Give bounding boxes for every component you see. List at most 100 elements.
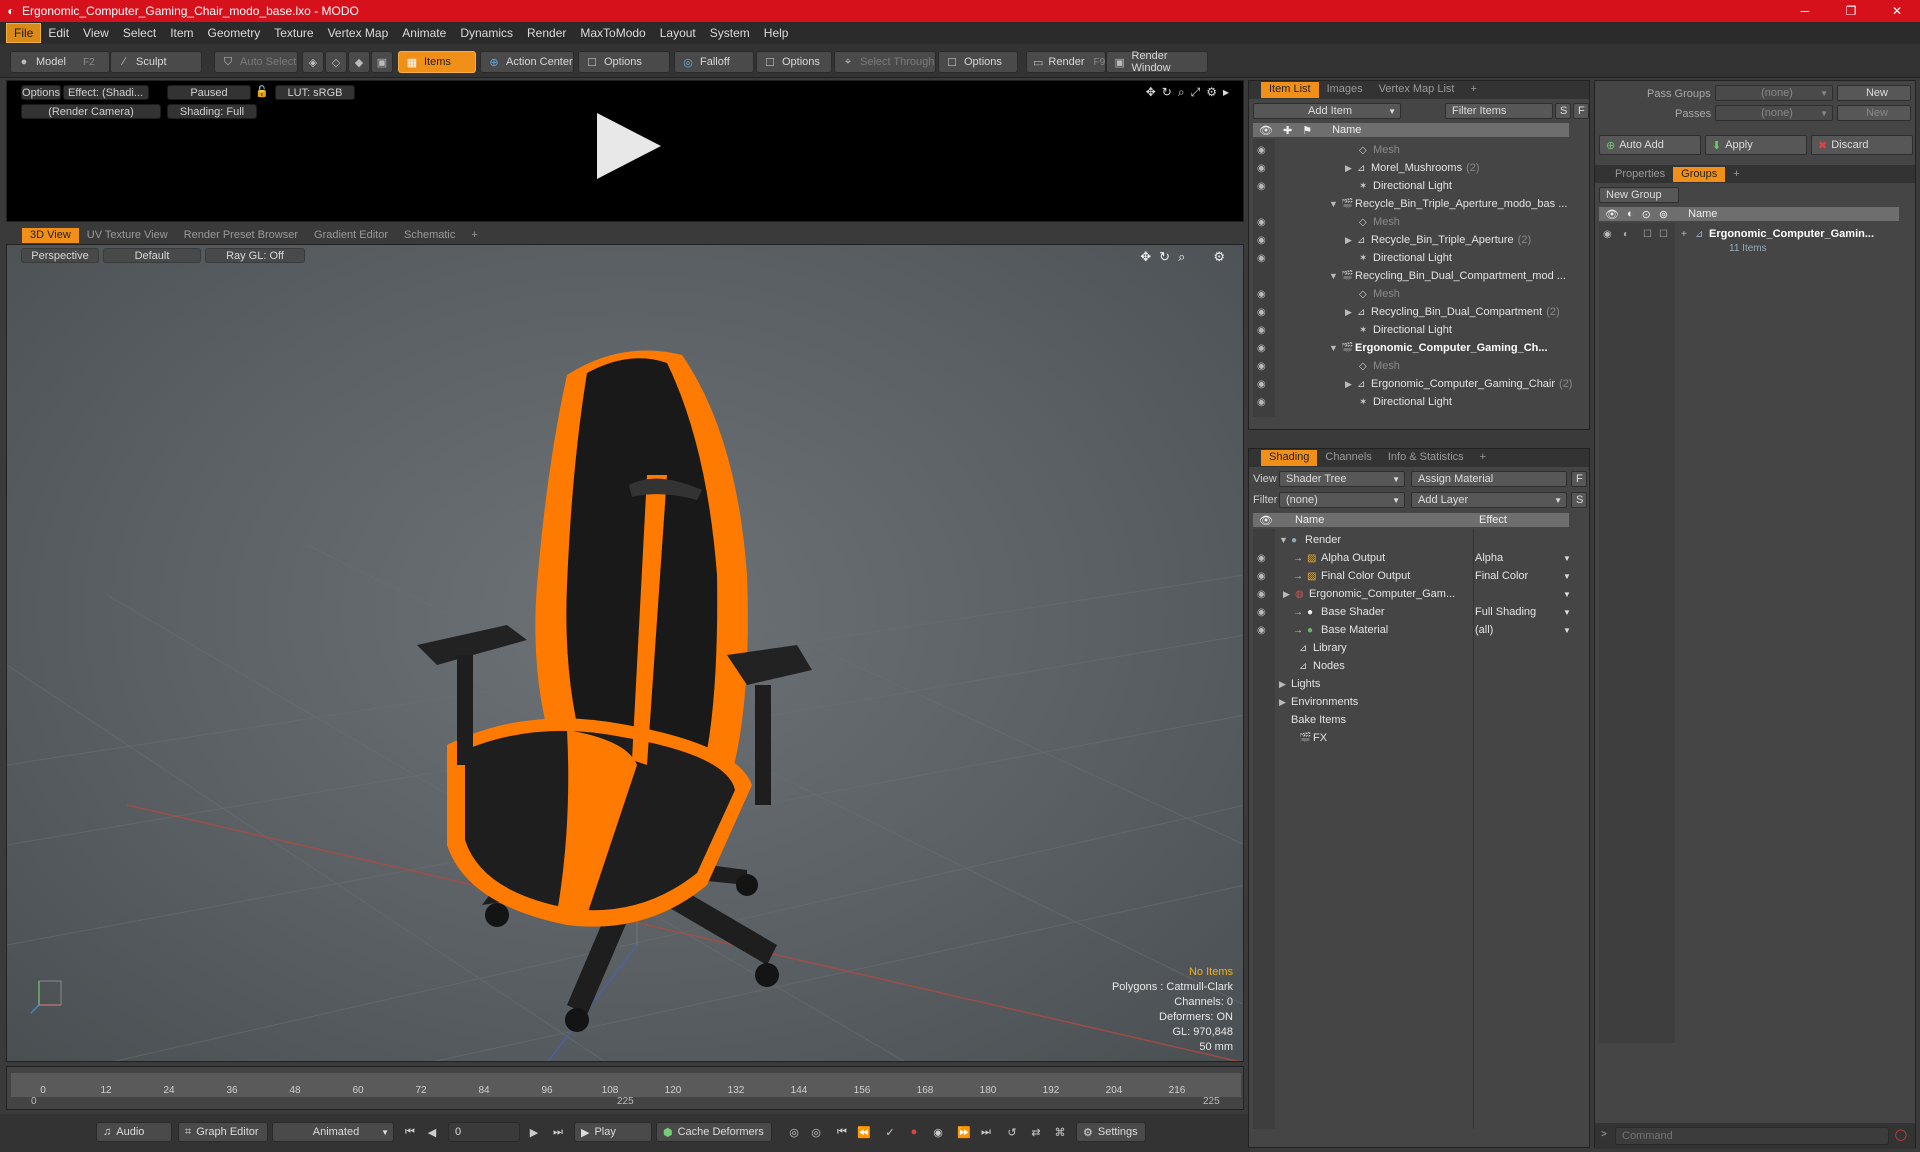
collapse-icon[interactable]: ▼: [1329, 199, 1341, 209]
preview-options-button[interactable]: Options: [21, 85, 61, 100]
gear-icon[interactable]: ⚙: [1206, 85, 1217, 100]
chevron-down-icon[interactable]: ▼: [1563, 626, 1571, 635]
rotate-icon[interactable]: ↻: [1159, 249, 1170, 265]
list-item[interactable]: ◉ ✶ Directional Light: [1249, 393, 1452, 411]
view-dropdown[interactable]: Shader Tree ▼: [1279, 471, 1405, 487]
select-checkbox-icon[interactable]: ☐: [1659, 229, 1668, 240]
shader-row[interactable]: ◉ → ● Base Material (all) ▼: [1249, 621, 1571, 639]
list-item[interactable]: ◉ ✶ Directional Light: [1249, 177, 1452, 195]
shader-row[interactable]: ▼ ● Render: [1249, 531, 1341, 549]
shader-row[interactable]: 🎬 FX: [1249, 729, 1327, 747]
eye-icon[interactable]: ◉: [1257, 181, 1269, 192]
passes-dropdown[interactable]: (none) ▼: [1715, 105, 1833, 121]
list-item[interactable]: ◉ ✶ Directional Light: [1249, 249, 1452, 267]
timeline[interactable]: 0 12 24 36 48 60 72 84 96 108 120 132 14…: [6, 1066, 1244, 1110]
tab-vertex-map-list[interactable]: Vertex Map List: [1371, 82, 1463, 98]
zoom-icon[interactable]: ⌕: [1178, 85, 1185, 100]
expand-icon[interactable]: ▶: [1283, 589, 1295, 600]
shader-row[interactable]: ⊿ Library: [1249, 639, 1347, 657]
key-icon[interactable]: ◎: [786, 1124, 802, 1140]
list-item[interactable]: ◉ ▶ ⊿ Recycling_Bin_Dual_Compartment (2): [1249, 303, 1560, 321]
filter-dropdown[interactable]: (none) ▼: [1279, 492, 1405, 508]
lock-checkbox-icon[interactable]: ☐: [1643, 229, 1652, 240]
shader-row[interactable]: ▶ Lights: [1249, 675, 1320, 693]
lut-dropdown[interactable]: LUT: sRGB: [275, 85, 355, 100]
default-dropdown[interactable]: Default: [103, 248, 201, 263]
menu-file[interactable]: File: [6, 23, 42, 43]
last-frame-icon[interactable]: ⏭: [550, 1124, 566, 1140]
polygons-mode-button[interactable]: ◆: [348, 51, 370, 73]
menu-texture[interactable]: Texture: [267, 24, 320, 42]
list-item[interactable]: ◉ ▶ ⊿ Recycle_Bin_Triple_Aperture (2): [1249, 231, 1531, 249]
tab-3d-view[interactable]: 3D View: [22, 228, 79, 243]
raygl-dropdown[interactable]: Ray GL: Off: [205, 248, 305, 263]
expand-icon[interactable]: ▶: [1345, 379, 1357, 390]
eye-icon[interactable]: ◉: [1257, 589, 1269, 600]
play-button[interactable]: ▶ Play: [574, 1122, 652, 1142]
model-button[interactable]: ● Model F2: [10, 51, 110, 73]
collapse-icon[interactable]: ▼: [1329, 343, 1341, 353]
camera-dropdown[interactable]: (Render Camera): [21, 104, 161, 119]
list-item[interactable]: ▼ 🎬 Recycle_Bin_Triple_Aperture_modo_bas .…: [1249, 195, 1567, 213]
select-through-options-button[interactable]: ☐ Options: [938, 51, 1018, 73]
menu-dynamics[interactable]: Dynamics: [453, 24, 520, 42]
add-tab-icon[interactable]: +: [463, 228, 485, 243]
tab-item-list[interactable]: Item List: [1261, 82, 1319, 98]
chevron-down-icon[interactable]: ▼: [1563, 608, 1571, 617]
frame-field[interactable]: 0: [448, 1122, 520, 1142]
chevron-down-icon[interactable]: ▼: [1563, 572, 1571, 581]
zoom-icon[interactable]: ⌕: [1178, 249, 1185, 265]
eye-icon[interactable]: ◉: [1257, 625, 1269, 636]
expand-icon[interactable]: +: [1681, 229, 1687, 240]
add-tab-icon[interactable]: +: [1472, 450, 1494, 466]
perspective-dropdown[interactable]: Perspective: [21, 248, 99, 263]
cache-deformers-button[interactable]: ⬢ Cache Deformers: [656, 1122, 772, 1142]
menu-help[interactable]: Help: [757, 24, 796, 42]
first-frame-icon[interactable]: ⏮: [402, 1124, 418, 1140]
graph-editor-button[interactable]: ⌗ Graph Editor: [178, 1122, 268, 1142]
menu-item[interactable]: Item: [163, 24, 200, 42]
menu-vertex-map[interactable]: Vertex Map: [321, 24, 396, 42]
falloff-options-button[interactable]: ☐ Options: [756, 51, 832, 73]
animated-dropdown[interactable]: Animated ▼: [272, 1122, 394, 1142]
auto-select-button[interactable]: ⛉ Auto Select: [214, 51, 298, 73]
arrow-right-icon[interactable]: ▸: [1223, 85, 1229, 100]
minimize-icon[interactable]: ─: [1782, 0, 1828, 22]
expand-icon[interactable]: ▶: [1345, 235, 1357, 246]
tab-schematic[interactable]: Schematic: [396, 228, 463, 243]
prev-frame-icon[interactable]: ◀: [424, 1124, 440, 1140]
gear-icon[interactable]: ⚙: [1213, 249, 1225, 265]
f-button[interactable]: F: [1573, 103, 1589, 119]
pass-groups-dropdown[interactable]: (none) ▼: [1715, 85, 1833, 101]
shader-row[interactable]: ◉ → ▨ Alpha Output Alpha ▼: [1249, 549, 1571, 567]
sculpt-button[interactable]: ∕ Sculpt: [110, 51, 202, 73]
shader-row[interactable]: ◉ ▶ ◍ Ergonomic_Computer_Gam... ▼: [1249, 585, 1571, 603]
shader-row[interactable]: ▶ Environments: [1249, 693, 1358, 711]
render-button[interactable]: ▭ Render F9: [1026, 51, 1106, 73]
range-end[interactable]: 225: [1203, 1096, 1220, 1107]
vertices-mode-button[interactable]: ◈: [302, 51, 324, 73]
prev-key-icon[interactable]: ⏮: [834, 1124, 850, 1140]
timeline-ruler[interactable]: 0 12 24 36 48 60 72 84 96 108 120 132 14…: [11, 1073, 1241, 1097]
list-item[interactable]: ◉ ◇ Mesh: [1249, 285, 1400, 303]
paused-toggle[interactable]: Paused: [167, 85, 251, 100]
key-stop-icon[interactable]: ◉: [930, 1124, 946, 1140]
tab-uv-texture-view[interactable]: UV Texture View: [79, 228, 176, 243]
eye-icon[interactable]: ◉: [1257, 379, 1269, 390]
eye-icon[interactable]: ◉: [1257, 397, 1269, 408]
add-item-button[interactable]: Add Item ▼: [1253, 103, 1401, 119]
assign-material-button[interactable]: Assign Material: [1411, 471, 1567, 487]
new-group-button[interactable]: New Group: [1599, 187, 1679, 203]
key-auto-icon[interactable]: ◎: [808, 1124, 824, 1140]
shading-dropdown[interactable]: Shading: Full: [167, 104, 257, 119]
s-button[interactable]: S: [1555, 103, 1571, 119]
collapse-icon[interactable]: ▼: [1279, 535, 1291, 545]
tab-info-statistics[interactable]: Info & Statistics: [1380, 450, 1472, 466]
list-item[interactable]: ◉ ◇ Mesh: [1249, 357, 1400, 375]
shader-row[interactable]: Bake Items: [1249, 711, 1346, 729]
audio-button[interactable]: ♫ Audio: [96, 1122, 172, 1142]
eye-icon[interactable]: ◉: [1257, 343, 1269, 354]
s-button[interactable]: S: [1571, 492, 1587, 508]
filter-items-input[interactable]: Filter Items: [1445, 103, 1553, 119]
tab-groups[interactable]: Groups: [1673, 166, 1726, 182]
